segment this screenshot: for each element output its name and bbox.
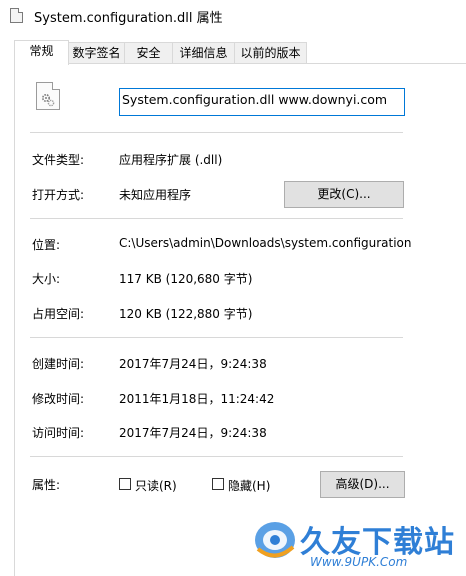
size-label: 大小: <box>32 272 61 286</box>
advanced-button[interactable]: 高级(D)... <box>320 471 405 498</box>
tab-previous-versions[interactable]: 以前的版本 <box>234 42 307 63</box>
accessed-value: 2017年7月24日，9:24:38 <box>119 426 267 440</box>
gear-icon <box>41 93 55 107</box>
title-bar: System.configuration.dll 属性 <box>0 0 466 32</box>
created-label: 创建时间: <box>32 357 85 371</box>
readonly-checkbox[interactable] <box>119 478 131 490</box>
file-name-input[interactable]: System.configuration.dll www.downyi.com <box>119 88 405 116</box>
change-button[interactable]: 更改(C)... <box>284 181 404 208</box>
size-on-disk-label: 占用空间: <box>32 307 85 321</box>
divider <box>30 132 403 133</box>
open-with-value: 未知应用程序 <box>119 188 192 202</box>
modified-label: 修改时间: <box>32 392 85 406</box>
tab-general[interactable]: 常规 <box>14 40 69 65</box>
accessed-label: 访问时间: <box>32 426 85 440</box>
attributes-label: 属性: <box>32 478 61 492</box>
readonly-label: 只读(R) <box>135 479 177 493</box>
tab-details[interactable]: 详细信息 <box>172 42 235 63</box>
file-type-label: 文件类型: <box>32 153 85 167</box>
modified-value: 2011年1月18日，11:24:42 <box>119 392 275 406</box>
size-on-disk-value: 120 KB (122,880 字节) <box>119 307 253 321</box>
divider <box>30 218 403 219</box>
hidden-checkbox[interactable] <box>212 478 224 490</box>
tab-security[interactable]: 安全 <box>124 42 173 63</box>
size-value: 117 KB (120,680 字节) <box>119 272 253 286</box>
created-value: 2017年7月24日，9:24:38 <box>119 357 267 371</box>
divider <box>30 456 403 457</box>
dll-file-icon <box>36 82 60 110</box>
location-label: 位置: <box>32 238 61 252</box>
divider <box>30 337 403 338</box>
window-title: System.configuration.dll 属性 <box>34 11 223 26</box>
watermark-logo-icon <box>255 522 295 558</box>
file-icon <box>10 8 23 23</box>
location-value: C:\Users\admin\Downloads\system.configur… <box>119 236 412 250</box>
watermark-url: Www.9UPK.Com <box>310 555 408 569</box>
watermark: 久友下载站 Www.9UPK.Com <box>252 515 466 576</box>
file-type-value: 应用程序扩展 (.dll) <box>119 153 223 167</box>
hidden-label: 隐藏(H) <box>228 479 271 493</box>
open-with-label: 打开方式: <box>32 188 85 202</box>
tab-digital-signatures[interactable]: 数字签名 <box>68 42 125 63</box>
